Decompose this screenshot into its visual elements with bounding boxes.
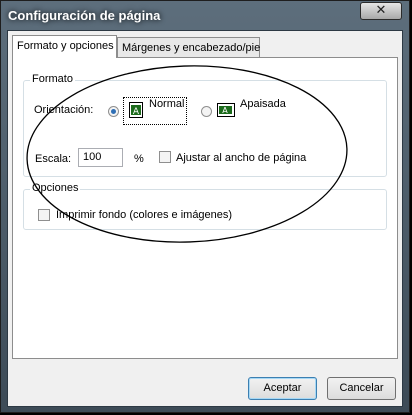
landscape-label[interactable]: Apaisada <box>240 98 286 110</box>
svg-text:A: A <box>222 106 228 115</box>
fit-width-label[interactable]: Ajustar al ancho de página <box>176 152 306 164</box>
format-group-title: Formato <box>30 73 75 85</box>
print-background-checkbox[interactable] <box>38 209 50 221</box>
print-background-label[interactable]: Imprimir fondo (colores e imágenes) <box>56 209 232 221</box>
page-setup-dialog: Configuración de página ✕ Formato y opci… <box>0 0 410 413</box>
accept-label: Aceptar <box>263 382 302 394</box>
scale-input[interactable]: 100 <box>78 148 123 167</box>
tab-label: Márgenes y encabezado/pie <box>122 42 261 54</box>
tab-panel: Formato Orientación: A Normal A Apaisada… <box>12 57 398 359</box>
options-group-title: Opciones <box>30 182 81 194</box>
close-button[interactable]: ✕ <box>360 2 402 20</box>
portrait-label[interactable]: Normal <box>149 98 184 110</box>
portrait-page-icon: A <box>129 102 143 118</box>
landscape-page-icon: A <box>217 103 235 117</box>
percent-label: % <box>134 153 144 165</box>
accept-button[interactable]: Aceptar <box>248 377 317 400</box>
cancel-label: Cancelar <box>339 382 384 394</box>
scale-label: Escala: <box>35 153 72 165</box>
scale-value: 100 <box>83 151 102 163</box>
fit-width-checkbox[interactable] <box>159 151 171 163</box>
svg-text:A: A <box>133 107 140 117</box>
tab-format-options[interactable]: Formato y opciones <box>12 35 117 58</box>
landscape-radio[interactable] <box>201 106 212 117</box>
cancel-button[interactable]: Cancelar <box>327 377 396 400</box>
title-bar[interactable]: Configuración de página ✕ <box>1 1 409 29</box>
close-icon: ✕ <box>375 3 387 18</box>
tab-label: Formato y opciones <box>17 40 114 52</box>
orientation-label: Orientación: <box>34 104 94 116</box>
dialog-body: Formato y opciones Márgenes y encabezado… <box>7 30 403 407</box>
tab-margins-header-footer[interactable]: Márgenes y encabezado/pie <box>117 37 260 58</box>
portrait-radio[interactable] <box>108 106 119 117</box>
window-title: Configuración de página <box>8 8 161 23</box>
